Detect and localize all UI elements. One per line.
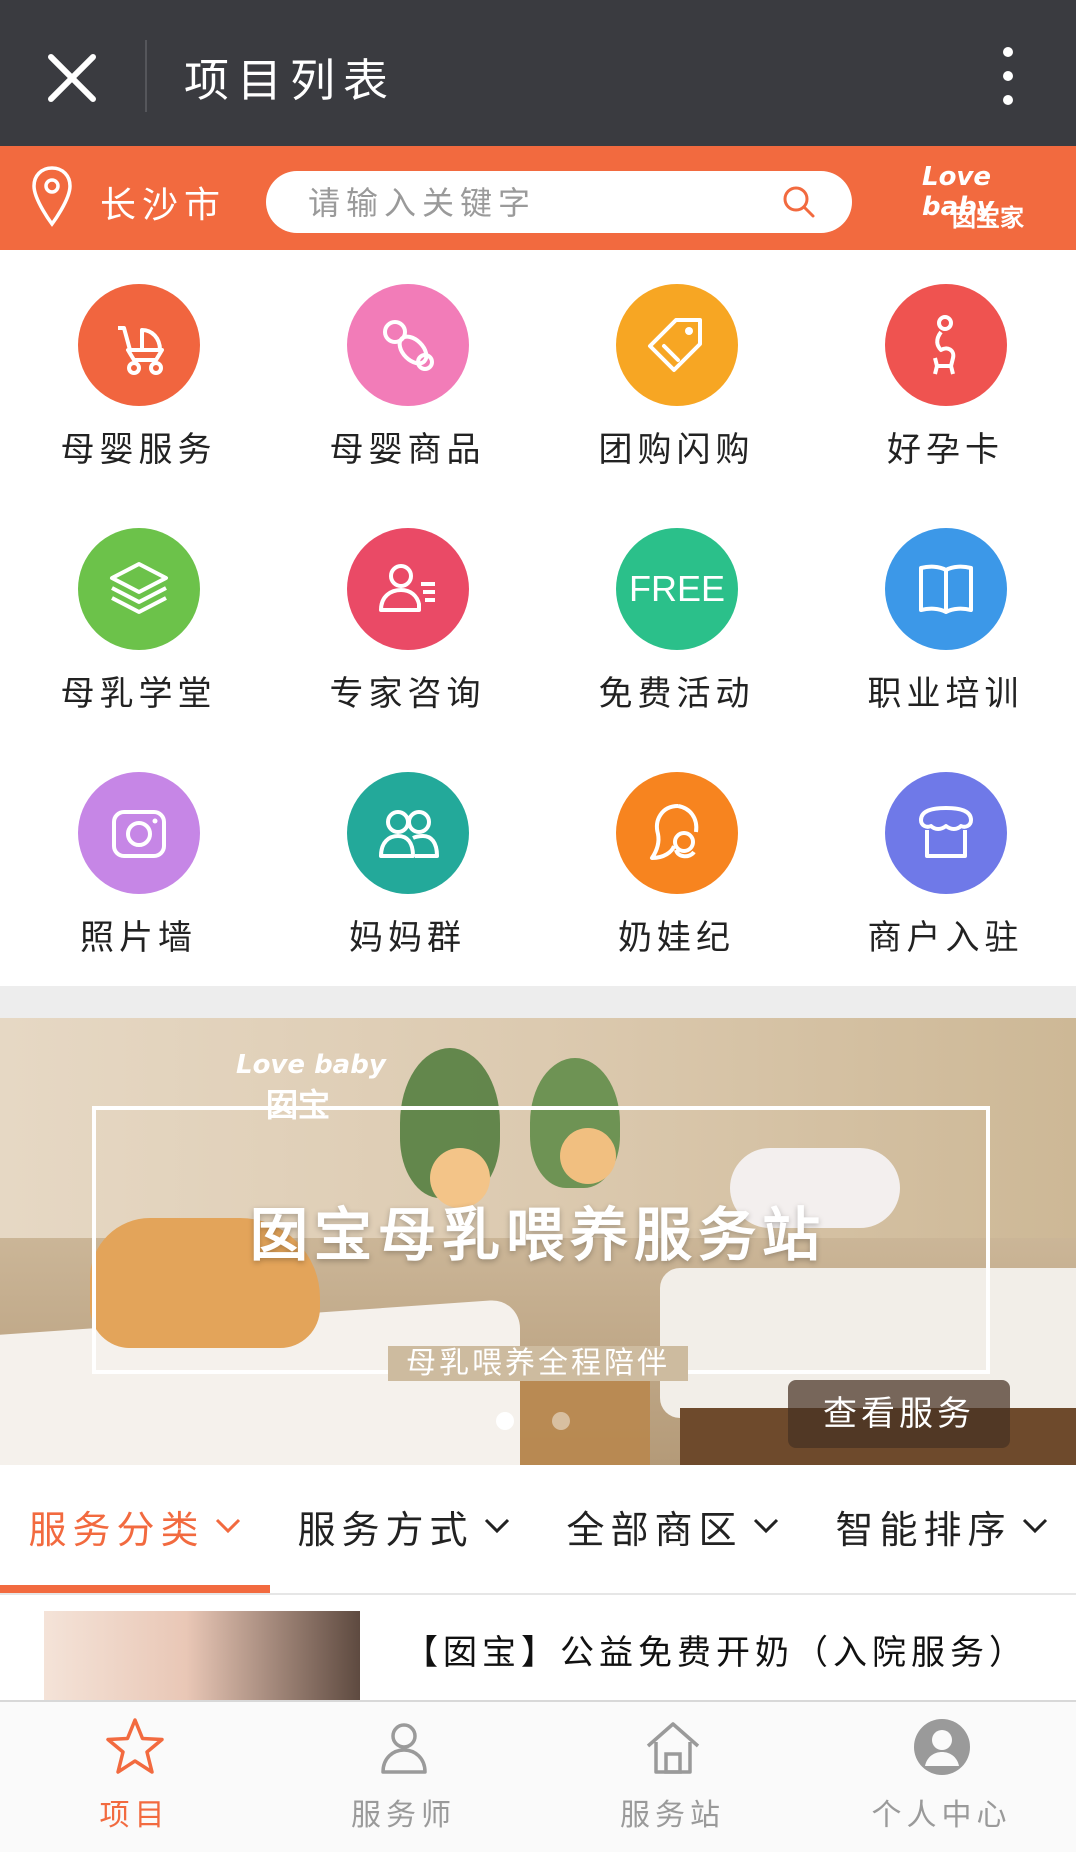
grid-item-maternal-goods[interactable]: 母婴商品 <box>273 250 542 494</box>
grid-item-label: 照片墙 <box>80 918 197 958</box>
mother-baby-icon <box>616 772 738 894</box>
nav-item-label: 服务师 <box>351 1798 456 1833</box>
filter-tab-service-category[interactable]: 服务分类 <box>0 1465 269 1587</box>
pacifier-icon <box>347 284 469 406</box>
nav-item-practitioners[interactable]: 服务师 <box>269 1702 538 1852</box>
grid-item-label: 母乳学堂 <box>60 674 217 714</box>
banner-logo: Love baby 囡宝 <box>236 1050 386 1126</box>
grid-item-free-events[interactable]: FREE 免费活动 <box>542 494 811 738</box>
filter-tab-district[interactable]: 全部商区 <box>538 1465 807 1587</box>
more-dot-icon <box>1003 71 1013 81</box>
grid-item-label: 好孕卡 <box>887 430 1004 470</box>
grid-item-label: 母婴服务 <box>60 430 217 470</box>
stroller-icon <box>78 284 200 406</box>
close-button[interactable] <box>34 40 110 116</box>
grid-item-baby-diary[interactable]: 奶娃纪 <box>542 738 811 982</box>
grid-item-label: 母婴商品 <box>329 430 486 470</box>
filter-tab-label: 智能排序 <box>835 1507 1012 1552</box>
list-item[interactable]: 【囡宝】公益免费开奶（入院服务） <box>0 1595 1076 1700</box>
search-box[interactable] <box>266 171 852 235</box>
carousel-dots <box>496 1412 586 1436</box>
list-item-title: 【囡宝】公益免费开奶（入院服务） <box>404 1633 1028 1673</box>
nav-item-projects[interactable]: 项目 <box>0 1702 269 1852</box>
carousel-dot[interactable] <box>552 1412 570 1430</box>
nav-item-service-stations[interactable]: 服务站 <box>538 1702 807 1852</box>
nav-item-label: 服务站 <box>620 1798 725 1833</box>
section-divider <box>0 986 1076 1018</box>
person-icon <box>381 1723 427 1774</box>
brand-logo: Love baby 囡宝家 <box>922 162 1058 236</box>
more-dot-icon <box>1003 95 1013 105</box>
free-badge-text: FREE <box>628 568 725 609</box>
camera-icon <box>78 772 200 894</box>
grid-item-label: 职业培训 <box>867 674 1024 714</box>
grid-item-photo-wall[interactable]: 照片墙 <box>4 738 273 982</box>
group-icon <box>347 772 469 894</box>
storefront-icon <box>885 772 1007 894</box>
chevron-down-icon <box>753 1518 778 1534</box>
city-selector[interactable]: 长沙市 <box>100 176 226 228</box>
grid-item-label: 免费活动 <box>598 674 755 714</box>
banner-logo-english: Love baby <box>236 1050 386 1080</box>
nav-item-label: 项目 <box>99 1798 170 1833</box>
filter-tab-sort[interactable]: 智能排序 <box>807 1465 1076 1587</box>
grid-item-label: 妈妈群 <box>349 918 466 958</box>
promo-banner[interactable]: Love baby 囡宝 囡宝母乳喂养服务站 母乳喂养全程陪伴 查看服务 <box>0 1018 1076 1465</box>
expert-profile-icon <box>347 528 469 650</box>
carousel-dot-active[interactable] <box>496 1412 514 1430</box>
grid-item-label: 专家咨询 <box>329 674 486 714</box>
filter-tab-service-mode[interactable]: 服务方式 <box>269 1465 538 1587</box>
filter-bar: 服务分类 服务方式 全部商区 智能排序 <box>0 1465 1076 1595</box>
list-item-thumbnail <box>44 1611 360 1700</box>
chevron-down-icon <box>484 1518 509 1534</box>
title-bar: 项目列表 <box>0 0 1076 146</box>
bottom-navigation: 项目 服务师 服务站 个人中心 <box>0 1700 1076 1852</box>
star-icon <box>106 1718 164 1774</box>
chevron-down-icon <box>1022 1518 1047 1534</box>
location-search-bar: 长沙市 Love baby 囡宝家 <box>0 146 1076 250</box>
open-book-icon <box>885 528 1007 650</box>
brand-logo-chinese: 囡宝家 <box>952 204 1024 232</box>
filter-tab-label: 全部商区 <box>566 1507 743 1552</box>
nav-item-profile[interactable]: 个人中心 <box>807 1702 1076 1852</box>
active-tab-indicator <box>0 1585 270 1593</box>
title-divider <box>145 40 147 112</box>
more-menu-button[interactable] <box>990 40 1026 112</box>
grid-item-label: 商户入驻 <box>867 918 1024 958</box>
location-pin-icon[interactable] <box>30 164 74 230</box>
home-icon <box>646 1722 700 1774</box>
banner-subline-text: 母乳喂养全程陪伴 <box>388 1346 688 1381</box>
user-avatar-icon <box>914 1719 970 1775</box>
grid-item-group-buy[interactable]: 团购闪购 <box>542 250 811 494</box>
close-icon <box>48 54 96 102</box>
view-service-button[interactable]: 查看服务 <box>788 1380 1010 1448</box>
service-grid: 母婴服务 母婴商品 团购闪购 好孕卡 母乳学堂 专家咨询 FREE 免费活动 职… <box>0 250 1076 986</box>
page-title: 项目列表 <box>184 54 397 107</box>
grid-item-expert-consult[interactable]: 专家咨询 <box>273 494 542 738</box>
free-badge-icon: FREE <box>616 528 738 650</box>
grid-item-merchant-join[interactable]: 商户入驻 <box>811 738 1076 982</box>
grid-item-label: 奶娃纪 <box>618 918 735 958</box>
grid-item-pregnancy-card[interactable]: 好孕卡 <box>811 250 1076 494</box>
nav-item-label: 个人中心 <box>871 1798 1012 1833</box>
grid-item-label: 团购闪购 <box>598 430 755 470</box>
search-icon[interactable] <box>782 185 816 219</box>
grid-item-breastfeeding-school[interactable]: 母乳学堂 <box>4 494 273 738</box>
search-input[interactable] <box>306 171 770 235</box>
chevron-down-icon <box>215 1518 240 1534</box>
more-dot-icon <box>1003 47 1013 57</box>
filter-tab-label: 服务方式 <box>297 1507 474 1552</box>
grid-item-maternal-services[interactable]: 母婴服务 <box>4 250 273 494</box>
banner-headline: 囡宝母乳喂养服务站 <box>249 1201 826 1269</box>
pregnant-woman-icon <box>885 284 1007 406</box>
layers-icon <box>78 528 200 650</box>
banner-logo-chinese: 囡宝 <box>266 1086 331 1124</box>
banner-subline: 母乳喂养全程陪伴 <box>0 1338 1076 1382</box>
grid-item-job-training[interactable]: 职业培训 <box>811 494 1076 738</box>
filter-tab-label: 服务分类 <box>28 1507 205 1552</box>
grid-item-mom-group[interactable]: 妈妈群 <box>273 738 542 982</box>
price-tag-icon <box>616 284 738 406</box>
